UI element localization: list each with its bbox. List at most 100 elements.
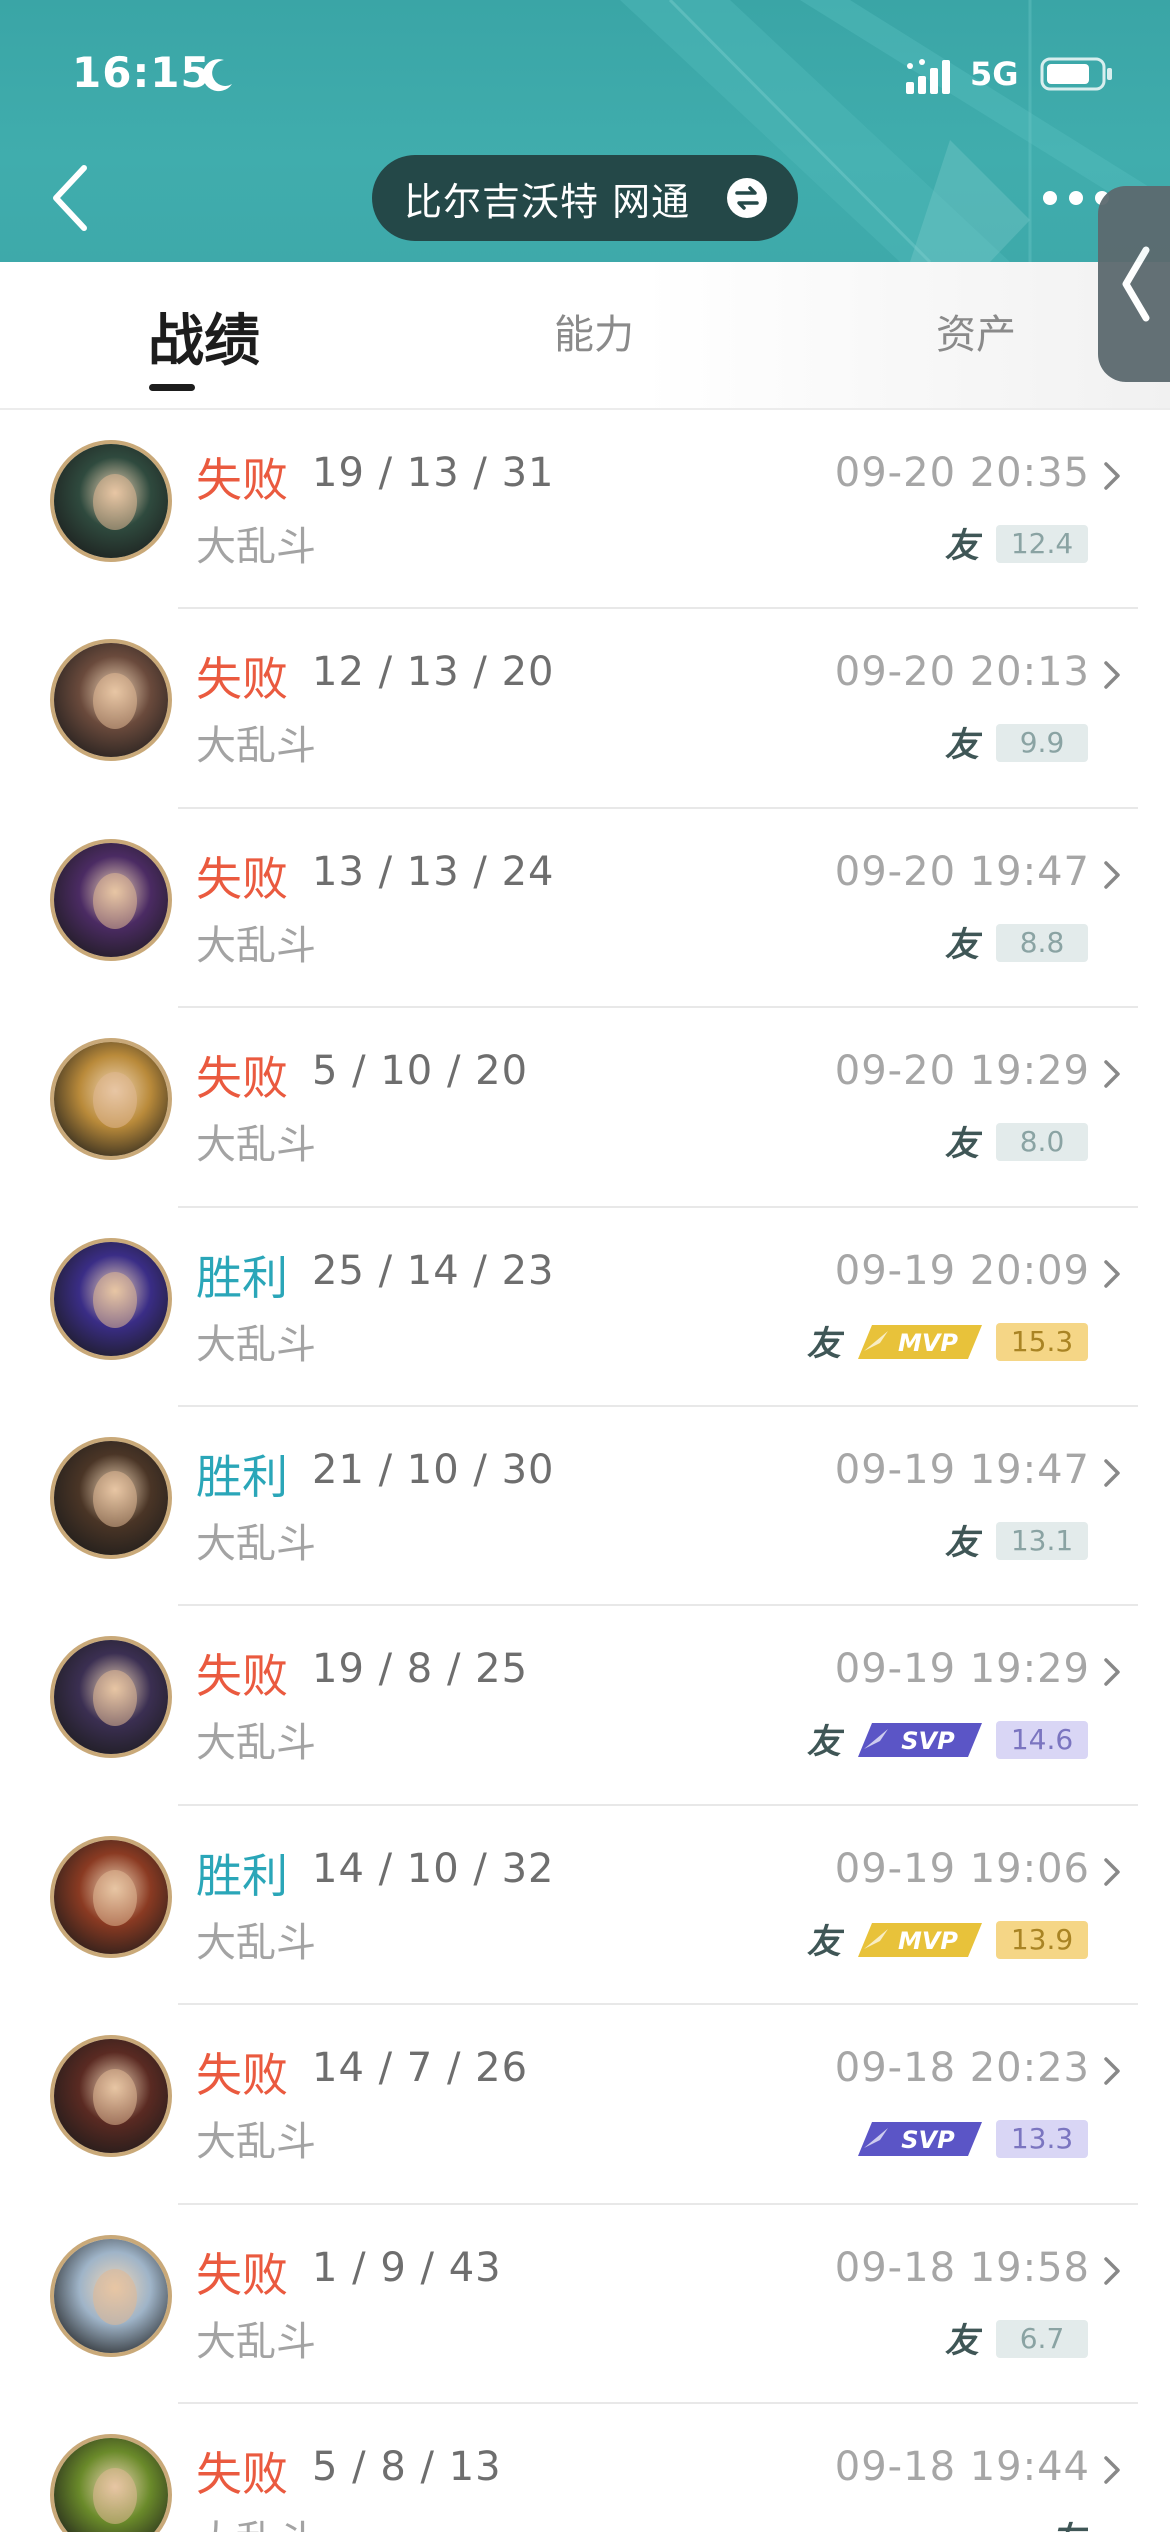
account-switcher[interactable]: 比尔吉沃特 网通 <box>372 155 798 241</box>
chevron-right-icon <box>1104 1857 1120 1886</box>
game-mode: 大乱斗 <box>196 723 316 770</box>
match-result: 失败 <box>196 453 288 507</box>
match-tags: 友 8.8 <box>942 921 1088 965</box>
match-tags: 友 <box>1048 2516 1088 2532</box>
score-badge: 6.7 <box>996 2319 1088 2358</box>
game-mode: 大乱斗 <box>196 2508 316 2532</box>
match-tags: 友 SVP 14.6 <box>804 1718 1088 1762</box>
match-row[interactable]: 胜利 14 / 10 / 32 大乱斗 09-19 19:06 友 MVP 13… <box>0 1806 1170 2006</box>
champion-avatar <box>50 838 172 961</box>
svp-badge-icon: SVP <box>858 1723 982 1758</box>
chevron-right-icon <box>1104 2057 1120 2085</box>
chevron-right-icon <box>1104 861 1120 889</box>
match-kda: 25 / 14 / 23 <box>312 1247 555 1294</box>
friend-icon: 友 <box>807 1324 844 1362</box>
match-row[interactable]: 失败 5 / 8 / 13 大乱斗 09-18 19:44 友 <box>0 2404 1170 2532</box>
champion-avatar <box>50 1636 172 1759</box>
match-tags: 友 9.9 <box>942 721 1088 765</box>
friend-icon: 友 <box>945 925 982 963</box>
match-row[interactable]: 失败 1 / 9 / 43 大乱斗 09-18 19:58 友 6.7 <box>0 2205 1170 2404</box>
friend-icon: 友 <box>945 725 982 763</box>
match-row[interactable]: 胜利 25 / 14 / 23 大乱斗 09-19 20:09 友 MVP 15… <box>0 1208 1170 1407</box>
match-row[interactable]: 失败 14 / 7 / 26 大乱斗 09-18 20:23 SVP 13.3 <box>0 2005 1170 2205</box>
champion-avatar <box>50 2234 172 2357</box>
match-kda: 1 / 9 / 43 <box>312 2244 502 2291</box>
match-row[interactable]: 失败 19 / 13 / 31 大乱斗 09-20 20:35 友 12.4 <box>0 410 1170 610</box>
champion-avatar <box>50 2035 172 2158</box>
match-row[interactable]: 失败 13 / 13 / 24 大乱斗 09-20 19:47 友 8.8 <box>0 809 1170 1009</box>
svg-text:SVP: SVP <box>901 1727 955 1755</box>
score-badge: 15.3 <box>996 1322 1088 1361</box>
score-badge: 9.9 <box>996 724 1088 763</box>
match-row[interactable]: 胜利 21 / 10 / 30 大乱斗 09-19 19:47 友 13.1 <box>0 1407 1170 1607</box>
match-kda: 5 / 10 / 20 <box>312 1048 529 1095</box>
svg-text:友: 友 <box>945 725 982 763</box>
switch-account-icon <box>727 178 767 218</box>
score-badge: 14.6 <box>996 1721 1088 1760</box>
score-badge: 13.3 <box>996 2120 1088 2159</box>
match-tags: 友 6.7 <box>942 2317 1088 2361</box>
match-time: 09-20 20:35 <box>834 450 1090 496</box>
friend-icon: 友 <box>945 526 982 564</box>
svg-text:友: 友 <box>1051 2520 1088 2532</box>
tab-assets[interactable]: 资产 <box>936 302 1016 360</box>
status-time: 16:15 <box>72 48 211 97</box>
chevron-right-icon <box>1104 2456 1120 2484</box>
svg-text:MVP: MVP <box>898 1329 958 1357</box>
match-result: 失败 <box>196 652 288 707</box>
match-time: 09-18 19:58 <box>834 2244 1090 2291</box>
match-row[interactable]: 失败 19 / 8 / 25 大乱斗 09-19 19:29 友 SVP 14.… <box>0 1606 1170 1806</box>
match-kda: 14 / 10 / 32 <box>312 1845 555 1892</box>
game-mode: 大乱斗 <box>196 922 316 969</box>
match-time: 09-19 19:47 <box>834 1446 1090 1493</box>
champion-avatar <box>50 2433 172 2532</box>
side-panel-handle[interactable] <box>1098 186 1170 382</box>
top-header: 16:15 5G 比尔吉沃特 网通 <box>0 0 1170 262</box>
match-tags: 友 MVP 15.3 <box>804 1320 1088 1364</box>
game-mode: 大乱斗 <box>196 1520 316 1567</box>
chevron-right-icon <box>1104 1060 1120 1088</box>
game-mode: 大乱斗 <box>196 2119 316 2166</box>
svg-text:友: 友 <box>807 1922 844 1960</box>
chevron-right-icon <box>1104 1658 1120 1687</box>
match-tags: 友 12.4 <box>942 522 1088 566</box>
friend-icon: 友 <box>1051 2520 1088 2532</box>
signal-icon <box>906 59 950 94</box>
back-arrow-icon[interactable] <box>46 160 96 236</box>
account-name: 比尔吉沃特 网通 <box>404 179 691 224</box>
tab-record[interactable]: 战绩 <box>148 296 260 377</box>
game-mode: 大乱斗 <box>196 2318 316 2365</box>
match-kda: 5 / 8 / 13 <box>312 2443 502 2490</box>
match-time: 09-20 19:47 <box>834 848 1090 895</box>
svp-badge-icon: SVP <box>858 2122 982 2157</box>
chevron-right-icon <box>1104 661 1120 690</box>
game-mode: 大乱斗 <box>196 524 316 570</box>
chevron-right-icon <box>1104 1259 1120 1288</box>
match-time: 09-19 20:09 <box>834 1247 1090 1294</box>
match-time: 09-19 19:29 <box>834 1646 1090 1693</box>
match-list: 失败 19 / 13 / 31 大乱斗 09-20 20:35 友 12.4 失… <box>0 410 1170 2532</box>
svg-text:MVP: MVP <box>898 1927 958 1955</box>
game-mode: 大乱斗 <box>196 1321 316 1368</box>
match-kda: 19 / 8 / 25 <box>312 1646 529 1693</box>
svg-text:友: 友 <box>807 1324 844 1362</box>
chevron-right-icon <box>1104 2256 1120 2285</box>
svg-text:友: 友 <box>945 1523 982 1561</box>
mvp-badge-icon: MVP <box>858 1324 982 1359</box>
champion-avatar <box>50 639 172 762</box>
match-time: 09-19 19:06 <box>834 1845 1090 1892</box>
match-row[interactable]: 失败 5 / 10 / 20 大乱斗 09-20 19:29 友 8.0 <box>0 1008 1170 1208</box>
match-time: 09-20 20:13 <box>834 649 1090 696</box>
match-kda: 14 / 7 / 26 <box>312 2045 529 2092</box>
tab-bar: 战绩 能力 资产 <box>0 262 1170 410</box>
active-tab-indicator <box>149 384 195 391</box>
champion-avatar <box>50 1237 172 1360</box>
champion-avatar <box>50 440 172 562</box>
match-result: 失败 <box>196 851 288 906</box>
match-row[interactable]: 失败 12 / 13 / 20 大乱斗 09-20 20:13 友 9.9 <box>0 609 1170 809</box>
match-result: 失败 <box>196 2446 288 2501</box>
tab-ability[interactable]: 能力 <box>554 302 634 360</box>
friend-icon: 友 <box>945 2321 982 2359</box>
match-result: 胜利 <box>196 1250 288 1305</box>
match-kda: 12 / 13 / 20 <box>312 649 555 696</box>
